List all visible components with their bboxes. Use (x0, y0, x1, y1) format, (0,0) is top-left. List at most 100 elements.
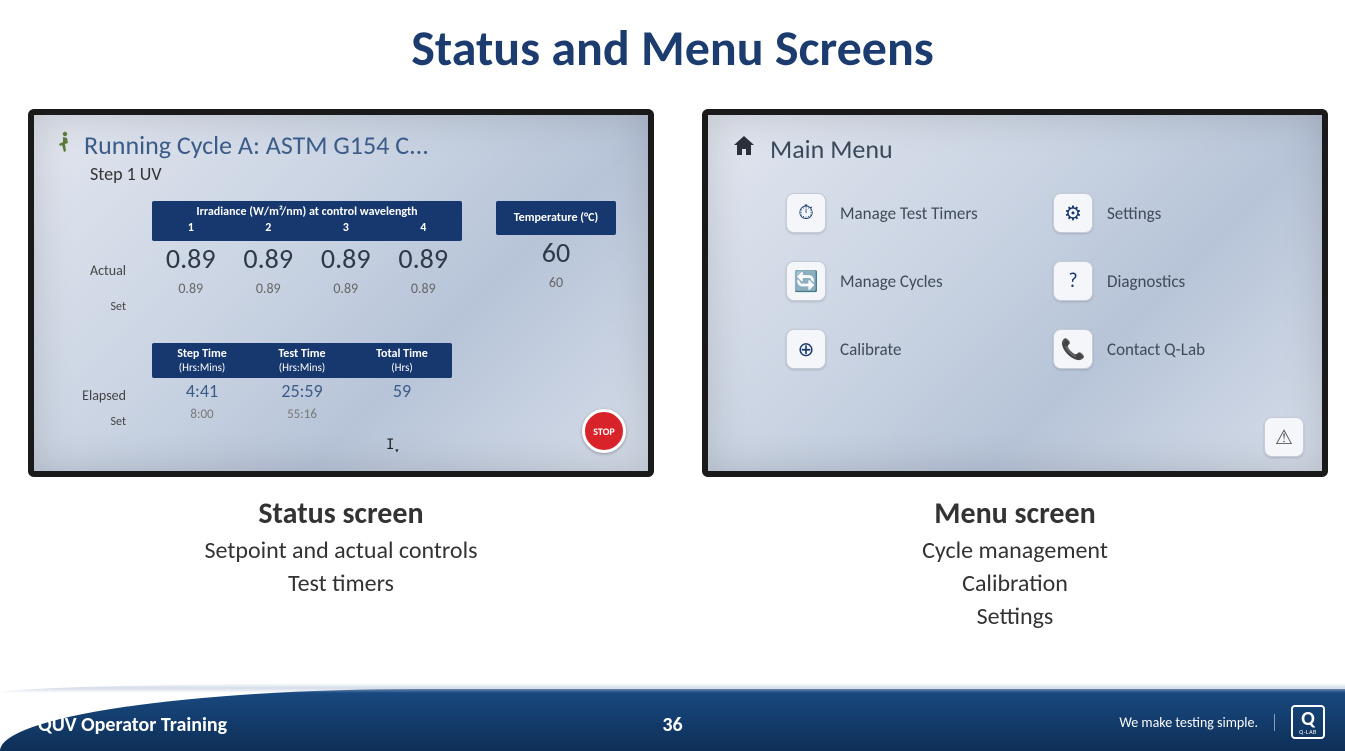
menu-caption-title: Menu screen (922, 495, 1108, 532)
phone-icon: 📞 (1053, 329, 1093, 369)
menu-item-diagnostics[interactable]: ? Diagnostics (1053, 261, 1280, 301)
menu-caption-l2: Calibration (922, 569, 1108, 598)
irr-cell-1: 0.89 0.89 (152, 241, 230, 301)
slide: Status and Menu Screens Running Cycle A:… (0, 0, 1345, 751)
warning-icon: ⚠ (1275, 425, 1293, 450)
time-step: 4:418:00 (152, 378, 252, 426)
irr-row-labels: Actual Set (56, 201, 126, 325)
panels-row: Running Cycle A: ASTM G154 C... Step 1 U… (0, 79, 1345, 631)
menu-label-contact: Contact Q-Lab (1107, 339, 1205, 360)
cycle-icon: 🔄 (786, 261, 826, 301)
time-col-total: Total Time(Hrs) (352, 343, 452, 378)
irr-actual-3: 0.89 (307, 241, 385, 277)
irr-cell-2: 0.89 0.89 (230, 241, 308, 301)
gear-icon: ⚙ (1053, 193, 1093, 233)
running-icon (56, 129, 72, 159)
irr-body: 0.89 0.89 0.89 0.89 0.89 (152, 241, 462, 301)
home-icon[interactable] (732, 135, 756, 163)
menu-panel-wrap: Main Menu ⏱ Manage Test Timers ⚙ Setting… (702, 109, 1328, 631)
irr-table: Irradiance (W/m²/nm) at control waveleng… (152, 201, 462, 301)
status-inner: Running Cycle A: ASTM G154 C... Step 1 U… (34, 115, 648, 445)
irradiance-block: Actual Set Irradiance (W/m²/nm) at contr… (56, 201, 626, 325)
menu-item-cycles[interactable]: 🔄 Manage Cycles (786, 261, 1013, 301)
stop-button[interactable]: STOP (582, 409, 626, 453)
slide-title: Status and Menu Screens (0, 0, 1345, 79)
menu-caption-l3: Settings (922, 602, 1108, 631)
target-icon: ⊕ (786, 329, 826, 369)
running-row: Running Cycle A: ASTM G154 C... (56, 129, 626, 161)
time-test: 25:5955:16 (252, 378, 352, 426)
footer-page: 36 (662, 713, 682, 737)
time-col-step: Step Time(Hrs:Mins) (152, 343, 252, 378)
irr-set-4: 0.89 (385, 277, 463, 301)
status-caption: Status screen Setpoint and actual contro… (205, 495, 478, 598)
irr-actual-4: 0.89 (385, 241, 463, 277)
irr-actual-2: 0.89 (230, 241, 308, 277)
label-set: Set (56, 289, 126, 325)
menu-caption: Menu screen Cycle management Calibration… (922, 495, 1108, 631)
menu-label-timers: Manage Test Timers (840, 203, 978, 224)
menu-device: Main Menu ⏱ Manage Test Timers ⚙ Setting… (702, 109, 1328, 477)
timer-icon: ⏱ (786, 193, 826, 233)
menu-title: Main Menu (770, 133, 893, 165)
logo-sub: Q-LAB (1299, 729, 1317, 735)
time-total: 59 (352, 378, 452, 426)
menu-label-diag: Diagnostics (1107, 271, 1185, 292)
stop-label: STOP (593, 425, 614, 438)
status-device: Running Cycle A: ASTM G154 C... Step 1 U… (28, 109, 654, 477)
menu-inner: Main Menu ⏱ Manage Test Timers ⚙ Setting… (708, 115, 1322, 379)
menu-item-calibrate[interactable]: ⊕ Calibrate (786, 329, 1013, 369)
question-icon: ? (1053, 261, 1093, 301)
irr-set-2: 0.89 (230, 277, 308, 301)
irr-header: Irradiance (W/m²/nm) at control waveleng… (152, 201, 462, 241)
irr-set-3: 0.89 (307, 277, 385, 301)
irr-set-1: 0.89 (152, 277, 230, 301)
logo-letter: Q (1301, 709, 1315, 729)
irr-header-cols: 1 2 3 4 (152, 219, 462, 241)
warning-button[interactable]: ⚠ (1264, 417, 1304, 457)
footer: QUV Operator Training 36 We make testing… (0, 689, 1345, 751)
time-col-test: Test Time(Hrs:Mins) (252, 343, 352, 378)
time-body: 4:418:00 25:5955:16 59 (152, 378, 452, 426)
time-block: Elapsed Set Step Time(Hrs:Mins) Test Tim… (56, 343, 626, 435)
status-caption-l2: Test timers (205, 569, 478, 598)
menu-item-contact[interactable]: 📞 Contact Q-Lab (1053, 329, 1280, 369)
time-row-labels: Elapsed Set (56, 343, 126, 435)
menu-item-settings[interactable]: ⚙ Settings (1053, 193, 1280, 233)
status-panel-wrap: Running Cycle A: ASTM G154 C... Step 1 U… (28, 109, 654, 631)
irr-col-2: 2 (230, 219, 308, 241)
temp-table: Temperature (°C) 60 60 (496, 201, 616, 295)
irr-col-3: 3 (307, 219, 385, 241)
label-actual: Actual (56, 253, 126, 289)
footer-right: We make testing simple. Q Q-LAB (1119, 705, 1325, 739)
running-title: Running Cycle A: ASTM G154 C... (84, 129, 429, 161)
label-set2: Set (56, 409, 126, 435)
cursor-icon: I▾ (386, 437, 399, 455)
temp-header-title: Temperature (°C) (496, 201, 616, 235)
irr-col-1: 1 (152, 219, 230, 241)
menu-label-cycles: Manage Cycles (840, 271, 943, 292)
irr-col-4: 4 (385, 219, 463, 241)
irr-tables: Irradiance (W/m²/nm) at control waveleng… (152, 201, 616, 301)
status-caption-title: Status screen (205, 495, 478, 532)
irr-cell-4: 0.89 0.89 (385, 241, 463, 301)
temp-header: Temperature (°C) (496, 201, 616, 235)
menu-label-settings: Settings (1107, 203, 1161, 224)
footer-tagline: We make testing simple. (1119, 714, 1275, 731)
menu-item-timers[interactable]: ⏱ Manage Test Timers (786, 193, 1013, 233)
step-line: Step 1 UV (90, 163, 626, 185)
menu-grid: ⏱ Manage Test Timers ⚙ Settings 🔄 Manage… (730, 175, 1300, 369)
status-caption-l1: Setpoint and actual controls (205, 536, 478, 565)
temp-body: 60 60 (496, 235, 616, 295)
menu-caption-l1: Cycle management (922, 536, 1108, 565)
menu-title-row: Main Menu (730, 129, 1300, 175)
qlab-logo-icon: Q Q-LAB (1291, 705, 1325, 739)
temp-set: 60 (496, 271, 616, 295)
irr-header-title: Irradiance (W/m²/nm) at control waveleng… (152, 201, 462, 219)
temp-actual: 60 (496, 235, 616, 271)
time-header: Step Time(Hrs:Mins) Test Time(Hrs:Mins) … (152, 343, 452, 378)
irr-cell-3: 0.89 0.89 (307, 241, 385, 301)
time-table: Step Time(Hrs:Mins) Test Time(Hrs:Mins) … (152, 343, 452, 426)
temp-cell: 60 60 (496, 235, 616, 295)
footer-title: QUV Operator Training (38, 713, 227, 737)
